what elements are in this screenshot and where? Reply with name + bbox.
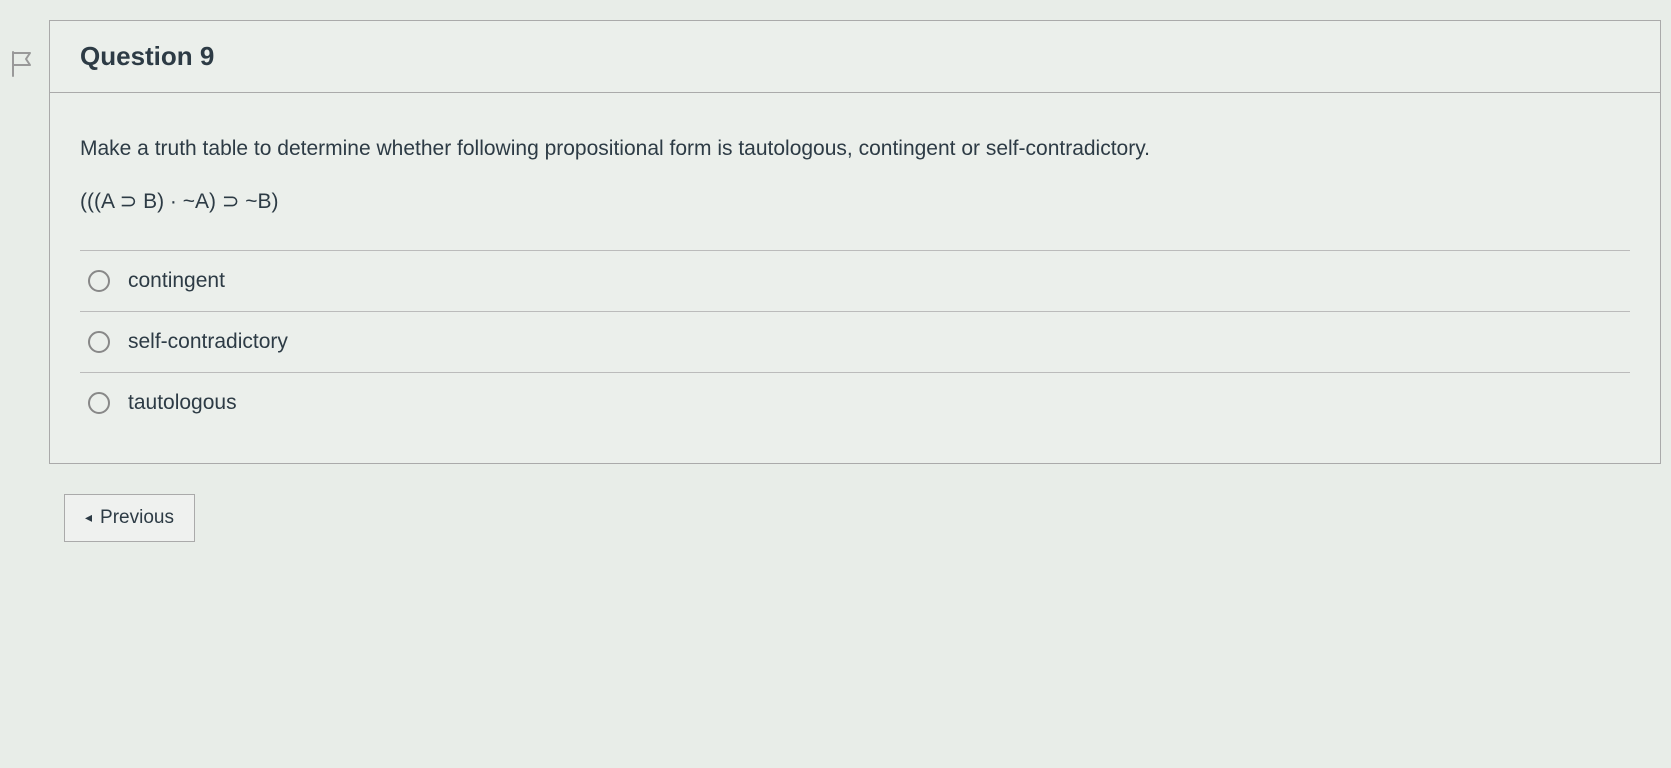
option-label: tautologous [128, 391, 237, 415]
question-title: Question 9 [80, 41, 1630, 72]
question-body: Make a truth table to determine whether … [50, 93, 1660, 463]
option-self-contradictory[interactable]: self-contradictory [80, 312, 1630, 373]
option-label: contingent [128, 269, 225, 293]
options-list: contingent self-contradictory tautologou… [80, 250, 1630, 433]
question-prompt: Make a truth table to determine whether … [80, 133, 1630, 165]
radio-icon [88, 270, 110, 292]
option-tautologous[interactable]: tautologous [80, 373, 1630, 433]
radio-icon [88, 331, 110, 353]
option-contingent[interactable]: contingent [80, 251, 1630, 312]
nav-area: ◂ Previous [10, 494, 1661, 542]
question-formula: (((A ⊃ B) · ~A) ⊃ ~B) [80, 189, 1630, 214]
question-card: Question 9 Make a truth table to determi… [49, 20, 1661, 464]
radio-icon [88, 392, 110, 414]
previous-label: Previous [100, 507, 174, 529]
flag-icon[interactable] [10, 50, 34, 78]
caret-left-icon: ◂ [85, 509, 92, 526]
previous-button[interactable]: ◂ Previous [64, 494, 195, 542]
question-header: Question 9 [50, 21, 1660, 93]
option-label: self-contradictory [128, 330, 288, 354]
